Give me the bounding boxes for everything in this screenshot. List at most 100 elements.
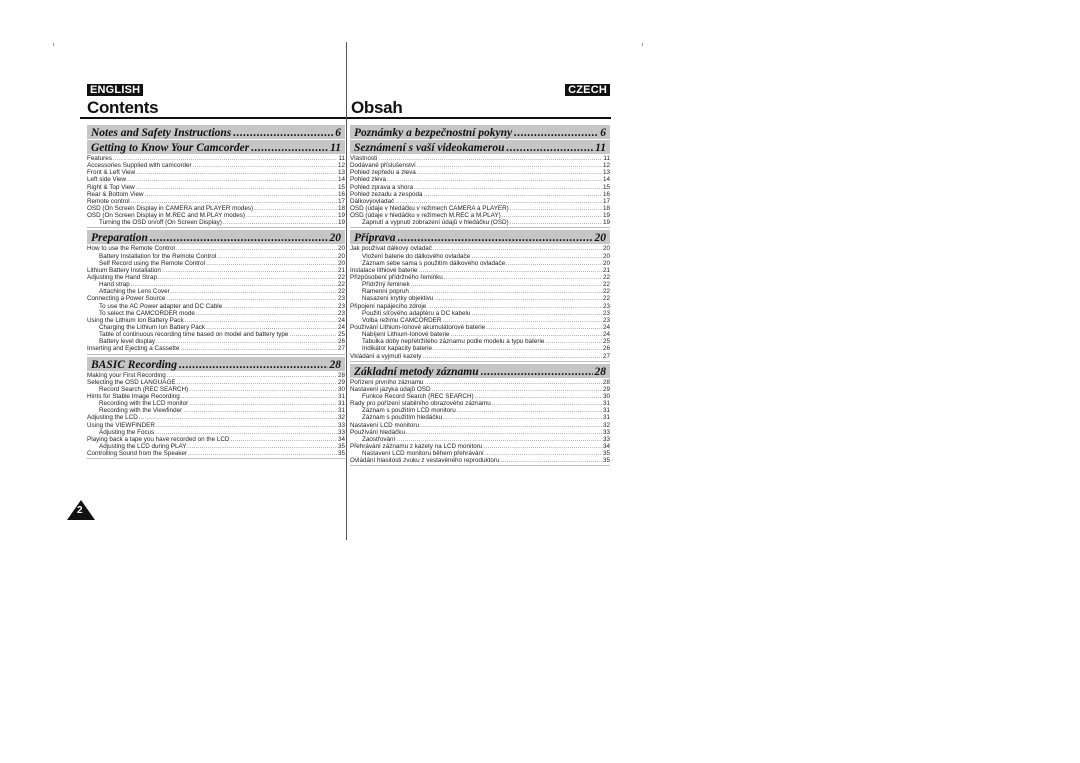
entry-title: Přizpůsobení přídržného řeminku — [350, 273, 443, 281]
toc-entry[interactable]: Rear & Bottom View 16 — [87, 191, 345, 198]
toc-section-header[interactable]: Základní metody záznamu 28 — [350, 363, 610, 378]
entry-page-number: 24 — [602, 331, 610, 339]
toc-subentry[interactable]: Attaching the Lens Cover 22 — [87, 288, 345, 295]
toc-subentry[interactable]: Self Record using the Remote Control 20 — [87, 260, 345, 267]
toc-section-header[interactable]: Getting to Know Your Camcorder 11 — [87, 140, 345, 154]
toc-entry[interactable]: Nastavení LCD monitoru 32 — [350, 422, 610, 429]
toc-subentry[interactable]: Zapnutí a vypnutí zobrazení údajů v hled… — [350, 219, 610, 226]
toc-entry[interactable]: Using the VIEWFINDER 33 — [87, 422, 345, 429]
toc-subentry[interactable]: Tabulka doby nepřetržitého záznamu podle… — [350, 338, 610, 345]
dot-leader — [432, 386, 602, 393]
toc-subentry[interactable]: To use the AC Power adapter and DC Cable… — [87, 303, 345, 310]
entry-page-number: 22 — [602, 295, 610, 303]
toc-entry[interactable]: Vlastnosti 11 — [350, 155, 610, 162]
toc-entry[interactable]: Playing back a tape you have recorded on… — [87, 436, 345, 443]
toc-section-header[interactable]: Preparation 20 — [87, 230, 345, 245]
toc-entry[interactable]: Přizpůsobení přídržného řeminku 22 — [350, 274, 610, 281]
toc-entry[interactable]: Connecting a Power Source 23 — [87, 295, 345, 302]
toc-entry[interactable]: Pohled zprava a shora 15 — [350, 184, 610, 191]
toc-subentry[interactable]: Recording with the Viewfinder 31 — [87, 407, 345, 414]
toc-entry[interactable]: Left side View 14 — [87, 176, 345, 183]
toc-subentry[interactable]: Battery Installation for the Remote Cont… — [87, 253, 345, 260]
toc-subentry[interactable]: Záznam s použitím LCD monitoru 31 — [350, 407, 610, 414]
toc-entry[interactable]: Adjusting the LCD 32 — [87, 414, 345, 421]
toc-entry[interactable]: Accessories Supplied with camcorder 12 — [87, 162, 345, 169]
toc-subentry[interactable]: Recording with the LCD monitor 31 — [87, 400, 345, 407]
dot-leader — [475, 393, 602, 400]
entry-title: Rear & Bottom View — [87, 190, 144, 198]
dot-leader — [254, 205, 337, 212]
toc-entry[interactable]: OSD (On Screen Display in CAMERA and PLA… — [87, 205, 345, 212]
toc-subentry[interactable]: Volba režimu CAMCORDER 23 — [350, 317, 610, 324]
toc-entry[interactable]: Pořízení prvního záznamu 28 — [350, 379, 610, 386]
section-page-number: 28 — [329, 358, 342, 371]
toc-entry[interactable]: Dálkovýovladač 17 — [350, 198, 610, 205]
toc-entry[interactable]: Front & Left View 13 — [87, 169, 345, 176]
toc-entry[interactable]: Jak používat dálkový ovladač 20 — [350, 245, 610, 252]
toc-entry[interactable]: OSD (údaje v hledáčku v režimech CAMERA … — [350, 205, 610, 212]
toc-subentry[interactable]: Adjusting the LCD during PLAY 35 — [87, 443, 345, 450]
toc-entry[interactable]: How to use the Remote Control 20 — [87, 245, 345, 252]
toc-section-header[interactable]: Poznámky a bezpečnostní pokyny 6 — [350, 125, 610, 139]
toc-subentry[interactable]: Nabíjení Lithium-Ionové baterie 24 — [350, 331, 610, 338]
toc-entry[interactable]: Using the Lithium Ion Battery Pack 24 — [87, 317, 345, 324]
toc-subentry[interactable]: Ramenní popruh 22 — [350, 288, 610, 295]
toc-subentry[interactable]: Battery level display 26 — [87, 338, 345, 345]
entry-page-number: 31 — [602, 400, 610, 408]
toc-section-header[interactable]: Příprava 20 — [350, 230, 610, 245]
toc-section-header[interactable]: Seznámení s vaší videokamerou 11 — [350, 140, 610, 154]
toc-entry[interactable]: Používání hledáčku 33 — [350, 429, 610, 436]
toc-entry[interactable]: Inserting and Ejecting a Cassette 27 — [87, 345, 345, 352]
toc-section-header[interactable]: BASIC Recording 28 — [87, 356, 345, 371]
toc-entry[interactable]: Making your First Recording 28 — [87, 372, 345, 379]
toc-subentry[interactable]: Turning the OSD on/off (On Screen Displa… — [87, 219, 345, 226]
entry-title: Připojení napájecího zdroje — [350, 302, 427, 310]
toc-entry[interactable]: Hints for Stable Image Recording 31 — [87, 393, 345, 400]
toc-entry[interactable]: Vkládání a vyjmutí kazety 27 — [350, 353, 610, 360]
dot-leader — [158, 274, 337, 281]
toc-subentry[interactable]: Hand strap 22 — [87, 281, 345, 288]
toc-subentry[interactable]: Indikátor kapacity baterie 26 — [350, 345, 610, 352]
dot-leader — [188, 450, 337, 457]
toc-subentry[interactable]: Vložení baterie do dálkového ovladače 20 — [350, 253, 610, 260]
toc-entry[interactable]: Ovládání hlasitosti zvuku z vestavěného … — [350, 457, 610, 464]
toc-subentry[interactable]: Záznam sebe sama s použitím dálkového ov… — [350, 260, 610, 267]
toc-entry[interactable]: Přehrávání záznamu z kazety na LCD monit… — [350, 443, 610, 450]
toc-entry[interactable]: Dodávané příslušenství 12 — [350, 162, 610, 169]
section-title: Notes and Safety Instructions — [91, 127, 232, 139]
toc-entry[interactable]: Pohled zepředu a zleva 13 — [350, 169, 610, 176]
toc-entry[interactable]: Lithium Battery Installation 21 — [87, 267, 345, 274]
dot-leader — [481, 366, 593, 378]
toc-subentry[interactable]: Adjusting the Focus 33 — [87, 429, 345, 436]
toc-entry[interactable]: Nastavení jazyka údajů OSD 29 — [350, 386, 610, 393]
toc-subentry[interactable]: Table of continuous recording time based… — [87, 331, 345, 338]
toc-subentry[interactable]: Zaostřování 33 — [350, 436, 610, 443]
toc-entry[interactable]: Pohled zezadu a zespoda 16 — [350, 191, 610, 198]
toc-entry[interactable]: Features 11 — [87, 155, 345, 162]
toc-subentry[interactable]: Použití síťového adaptéru a DC kabelu 23 — [350, 310, 610, 317]
toc-entry[interactable]: Pohled zleva 14 — [350, 176, 610, 183]
toc-entry[interactable]: OSD (údaje v hledáčku v režimech M.REC a… — [350, 212, 610, 219]
toc-entry[interactable]: Připojení napájecího zdroje 23 — [350, 303, 610, 310]
toc-subentry[interactable]: Funkce Record Search (REC SEARCH) 30 — [350, 393, 610, 400]
entry-page-number: 20 — [602, 245, 610, 253]
toc-subentry[interactable]: Záznam s použitím hledáčku 31 — [350, 414, 610, 421]
toc-subentry[interactable]: Nasazení krytky objektivu 22 — [350, 295, 610, 302]
toc-entry[interactable]: Right & Top View 15 — [87, 184, 345, 191]
toc-subentry[interactable]: Nastavení LCD monitoru během přehrávání 3… — [350, 450, 610, 457]
toc-entry[interactable]: Rady pro pořízení stabilního obrazového … — [350, 400, 610, 407]
toc-subentry[interactable]: Přídržný řeminek 22 — [350, 281, 610, 288]
toc-entry[interactable]: Instalace lithiové baterie 21 — [350, 267, 610, 274]
toc-subentry[interactable]: Record Search (REC SEARCH) 30 — [87, 386, 345, 393]
entry-page-number: 19 — [602, 212, 610, 220]
toc-subentry[interactable]: Charging the Lithium Ion Battery Pack 24 — [87, 324, 345, 331]
toc-entry[interactable]: Používání Lithium-Ionové akumulátorové b… — [350, 324, 610, 331]
toc-section-header[interactable]: Notes and Safety Instructions 6 — [87, 125, 345, 139]
toc-entry[interactable]: Controlling Sound from the Speaker 35 — [87, 450, 345, 457]
toc-entry[interactable]: Remote control 17 — [87, 198, 345, 205]
toc-entry[interactable]: Adjusting the Hand Strap 22 — [87, 274, 345, 281]
toc-entry[interactable]: OSD (On Screen Display in M.REC and M.PL… — [87, 212, 345, 219]
toc-entry[interactable]: Selecting the OSD LANGUAGE 29 — [87, 379, 345, 386]
toc-subentry[interactable]: To select the CAMCORDER mode 23 — [87, 310, 345, 317]
entry-title: Front & Left View — [87, 169, 136, 177]
